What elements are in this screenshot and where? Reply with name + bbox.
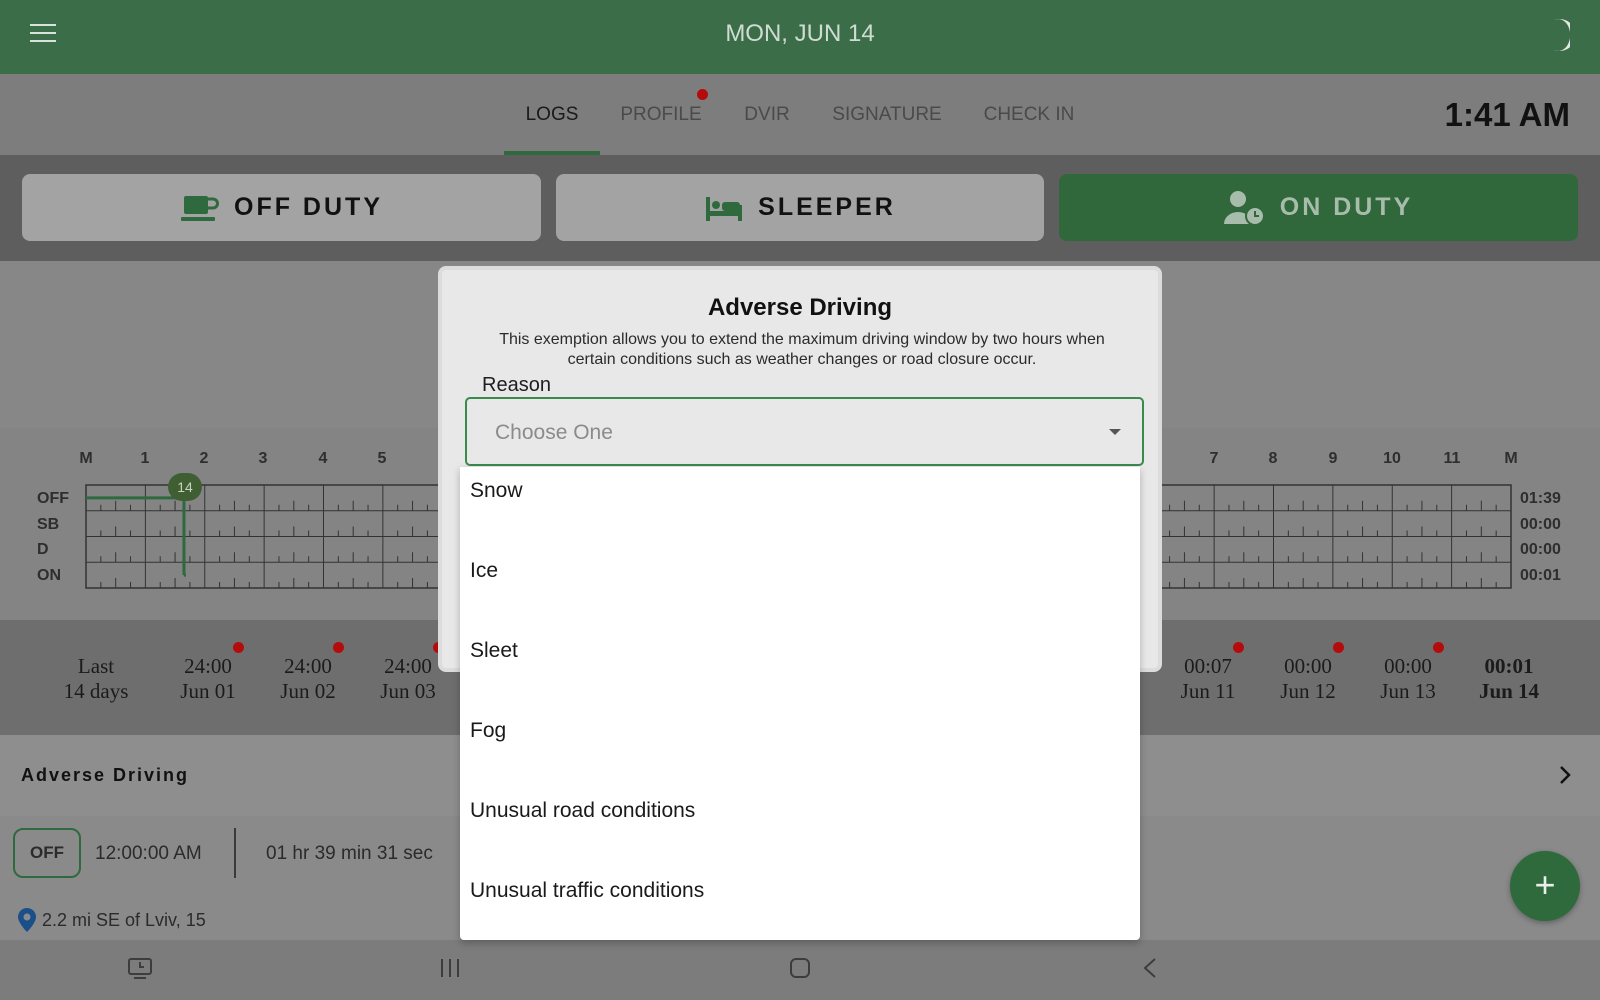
back-icon[interactable] xyxy=(1142,957,1158,979)
entry-time: 12:00:00 AM xyxy=(95,843,202,864)
date-title: MON, JUN 14 xyxy=(725,20,875,47)
dialog-title: Adverse Driving xyxy=(707,294,893,321)
option-unusual-traffic-conditions[interactable]: Unusual traffic conditions xyxy=(470,879,704,903)
day-date: Jun 12 xyxy=(1280,679,1336,703)
day-date: Jun 02 xyxy=(280,679,336,703)
system-navigation-bar xyxy=(0,940,1600,1000)
day-date: Jun 11 xyxy=(1180,679,1236,703)
day-item[interactable]: 24:00 Jun 01 xyxy=(158,654,258,704)
notification-dot xyxy=(233,642,244,653)
day-date: Jun 01 xyxy=(180,679,236,703)
notification-dot xyxy=(1333,642,1344,653)
day-item-current[interactable]: 00:01 Jun 14 xyxy=(1459,654,1559,704)
day-date: Jun 13 xyxy=(1380,679,1436,703)
day-hours: 24:00 xyxy=(284,654,332,678)
option-fog[interactable]: Fog xyxy=(470,719,506,743)
divider xyxy=(234,828,236,878)
off-duty-label: OFF DUTY xyxy=(234,193,383,221)
day-item[interactable]: 24:00 Jun 02 xyxy=(258,654,358,704)
day-item[interactable]: 00:07 Jun 11 xyxy=(1158,654,1258,704)
notification-dot xyxy=(333,642,344,653)
day-hours: 00:07 xyxy=(1184,654,1232,678)
chevron-right-icon xyxy=(1560,766,1571,784)
tab-bar: LOGS PROFILE DVIR SIGNATURE CHECK IN 1:4… xyxy=(0,74,1600,155)
day-item[interactable]: 00:00 Jun 12 xyxy=(1258,654,1358,704)
notification-dot xyxy=(1233,642,1244,653)
coffee-cup-icon xyxy=(181,195,219,221)
off-duty-button[interactable]: OFF DUTY xyxy=(22,174,541,241)
moon-icon[interactable] xyxy=(1540,18,1570,52)
tab-logs[interactable]: LOGS xyxy=(504,74,600,155)
option-sleet[interactable]: Sleet xyxy=(470,639,518,663)
dialog-description: This exemption allows you to extend the … xyxy=(499,331,1105,368)
recent-apps-icon[interactable] xyxy=(439,957,461,979)
caret-down-icon xyxy=(1109,429,1121,435)
day-hours: 00:00 xyxy=(1284,654,1332,678)
last-label: Last xyxy=(77,654,115,678)
on-duty-label: ON DUTY xyxy=(1279,193,1414,221)
adverse-driving-row-title: Adverse Driving xyxy=(21,765,190,785)
day-hours: 24:00 xyxy=(184,654,232,678)
sleeper-button[interactable]: SLEEPER xyxy=(556,174,1044,241)
reason-select[interactable]: Choose One xyxy=(465,397,1144,466)
on-duty-button[interactable]: ON DUTY xyxy=(1059,174,1578,241)
select-placeholder: Choose One xyxy=(495,421,613,444)
tab-check-in[interactable]: CHECK IN xyxy=(972,74,1086,155)
screen-recorder-icon[interactable] xyxy=(127,957,153,981)
notification-dot xyxy=(697,89,708,100)
bed-icon xyxy=(706,196,743,221)
day-item[interactable]: 00:00 Jun 13 xyxy=(1358,654,1458,704)
clock: 1:41 AM xyxy=(1444,96,1570,133)
notification-dot xyxy=(1433,642,1444,653)
current-time-marker: 14 xyxy=(168,473,202,501)
option-unusual-road-conditions[interactable]: Unusual road conditions xyxy=(470,799,695,823)
reason-label: Reason xyxy=(482,374,551,396)
tab-signature[interactable]: SIGNATURE xyxy=(824,74,950,155)
entry-duration: 01 hr 39 min 31 sec xyxy=(266,843,433,864)
home-icon[interactable] xyxy=(789,957,811,979)
option-ice[interactable]: Ice xyxy=(470,559,498,583)
option-snow[interactable]: Snow xyxy=(470,479,523,503)
day-hours: 00:00 xyxy=(1384,654,1432,678)
app-bar: MON, JUN 14 xyxy=(0,0,1600,74)
day-hours: 00:01 xyxy=(1484,654,1534,678)
days-count-label: 14 days xyxy=(63,679,129,703)
day-date: Jun 14 xyxy=(1478,679,1540,703)
entry-location: 2.2 mi SE of Lviv, 15 xyxy=(42,910,206,930)
user-clock-icon xyxy=(1223,190,1265,226)
reason-dropdown-list: Snow Ice Sleet Fog Unusual road conditio… xyxy=(460,467,1140,940)
location-pin-icon xyxy=(18,908,36,932)
add-event-button[interactable]: + xyxy=(1510,851,1580,921)
status-bar: OFF DUTY SLEEPER ON DUTY xyxy=(0,155,1600,261)
status-badge: OFF xyxy=(13,828,81,878)
tab-profile[interactable]: PROFILE xyxy=(612,74,710,155)
last-14-days-label[interactable]: Last 14 days xyxy=(46,654,146,704)
tab-dvir[interactable]: DVIR xyxy=(730,74,804,155)
sleeper-label: SLEEPER xyxy=(758,193,896,221)
day-date: Jun 03 xyxy=(380,679,436,703)
